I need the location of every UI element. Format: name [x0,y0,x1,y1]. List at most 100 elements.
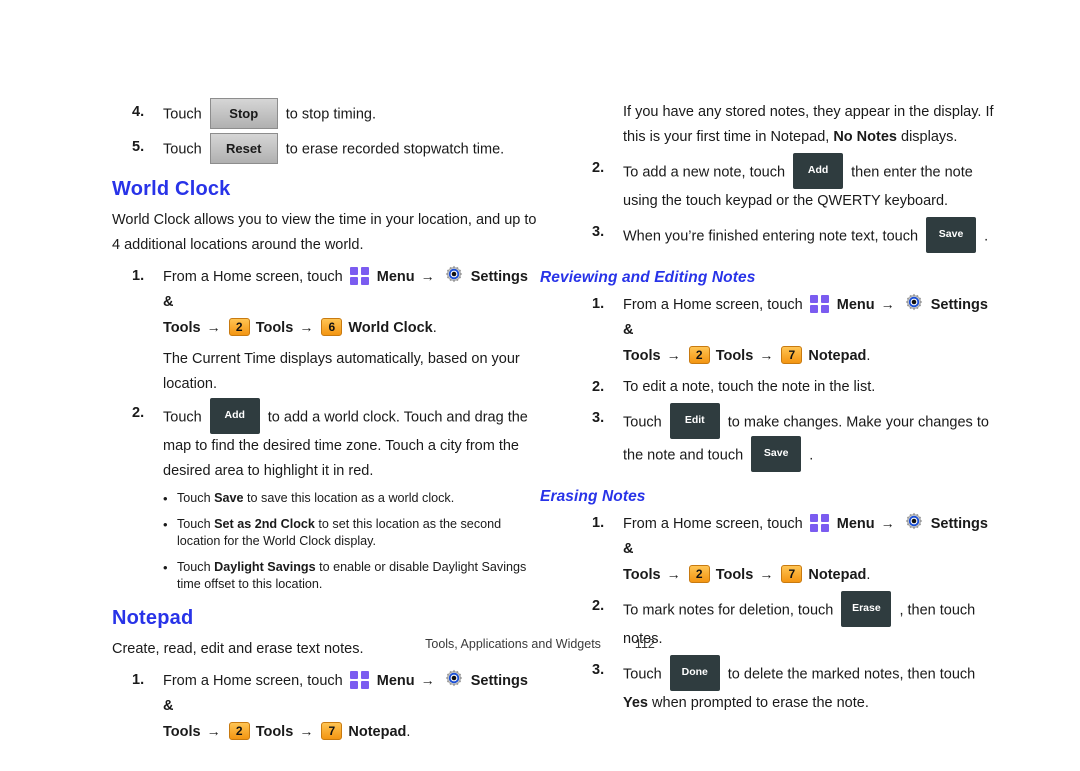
menu-label: Menu [836,297,875,314]
badge-number-7: 7 [321,722,343,741]
badge-number-2: 2 [688,565,710,584]
final-menu-label: Notepad [808,567,867,584]
step-text-after: . [984,228,989,245]
arrow-icon: → [420,268,435,284]
notes-intro-part2: displays. [896,129,958,145]
step-add-world-clock: 2. Touch Add to add a world clock. Touch… [120,398,540,484]
step-number: 2. [592,379,605,396]
step-number: 1. [132,268,145,284]
arrow-icon: → [759,566,774,583]
bullet-icon: • [163,517,168,532]
step-text-after: to stop timing. [285,106,377,123]
settings-gear-icon [904,512,924,532]
bullet-text-after: to save this location as a world clock. [243,491,455,505]
save-button[interactable]: Save [926,217,977,253]
step-text-after: . [809,447,814,464]
list-item: • Touch Daylight Savings to enable or dis… [163,559,540,593]
tools-label: Tools [623,348,661,365]
arrow-icon: → [420,672,435,688]
heading-world-clock: World Clock [112,178,231,200]
step-text: To edit a note, touch the note in the li… [623,379,876,396]
left-column: 4. Touch Stop to stop timing. 5. Touch R… [112,98,540,751]
step-text-before: Touch [163,106,202,123]
reset-button[interactable]: Reset [209,133,278,164]
step-number: 1. [592,515,605,532]
menu-grid-icon [809,513,829,532]
bullet-bold: Save [214,491,244,505]
tools-label: Tools [163,320,201,336]
bullet-text-before: Touch [177,517,215,531]
arrow-icon: → [299,319,314,335]
heading-erasing-notes: Erasing Notes [540,488,646,506]
step-text-middle: to delete the marked notes, then touch [727,666,976,683]
step-number: 4. [132,104,145,120]
step-text-before: Touch [163,409,202,426]
step-text-before: When you’re finished entering note text,… [623,228,919,245]
period: . [866,567,871,584]
bullet-icon: • [163,491,168,506]
badge-number-6: 6 [321,318,343,337]
tools-label: Tools [163,724,201,740]
arrow-icon: → [880,296,895,313]
step-number: 2. [592,598,605,615]
step-number: 3. [592,410,605,427]
menu-grid-icon [809,294,829,313]
list-item: • Touch Save to save this location as a w… [163,490,540,507]
step-edit-note-select: 2. To edit a note, touch the note in the… [580,375,1000,400]
tools-label-2: Tools [715,567,754,584]
add-button[interactable]: Add [793,153,844,189]
heading-notepad: Notepad [112,607,194,629]
bullet-icon: • [163,560,168,575]
step-number: 5. [132,139,145,155]
step-lead-text: From a Home screen, touch [623,297,803,314]
edit-button[interactable]: Edit [669,403,720,440]
step-notepad-nav: 1. From a Home screen, touch Menu → Sett… [120,668,540,745]
done-button[interactable]: Done [669,655,720,692]
arrow-icon: → [206,723,221,739]
menu-label: Menu [376,269,415,285]
erase-button[interactable]: Erase [841,591,892,628]
arrow-icon: → [299,723,314,739]
step-number: 3. [592,224,605,240]
badge-number-7: 7 [781,565,803,584]
menu-grid-icon [349,670,369,689]
step-text-before: Touch [623,666,662,683]
list-item: • Touch Set as 2nd Clock to set this loca… [163,516,540,550]
arrow-icon: → [759,347,774,364]
step-world-clock-nav: 1. From a Home screen, touch Menu → Sett… [120,264,540,341]
settings-gear-icon [904,293,924,313]
notes-intro-paragraph: If you have any stored notes, they appea… [580,100,1000,150]
heading-reviewing-editing-notes: Reviewing and Editing Notes [540,269,756,286]
badge-number-2: 2 [688,346,710,365]
tools-label-2: Tools [715,348,754,365]
step-number: 3. [592,662,605,679]
footer-page-number: 112 [634,637,655,651]
world-clock-intro: World Clock allows you to view the time … [112,212,537,253]
step-text-before: Touch [163,141,202,158]
right-column: If you have any stored notes, they appea… [540,100,1000,722]
add-button[interactable]: Add [209,398,260,434]
final-menu-label: World Clock [348,320,433,336]
footer-section-title: Tools, Applications and Widgets [425,637,601,651]
bullet-text-before: Touch [177,560,215,574]
step-lead-text: From a Home screen, touch [163,673,343,689]
step-number: 1. [592,296,605,313]
step-text-before: To mark notes for deletion, touch [623,602,834,619]
step-number: 2. [592,160,605,176]
step-save-note: 3. When you’re finished entering note te… [580,217,1000,253]
final-menu-label: Notepad [348,724,407,740]
step-erasing-nav: 1. From a Home screen, touch Menu → Sett… [580,511,1000,588]
menu-label: Menu [836,516,875,533]
step-lead-text: From a Home screen, touch [623,516,803,533]
bullet-bold: Daylight Savings [214,560,316,574]
arrow-icon: → [206,319,221,335]
step-edit-note: 3. Touch Edit to make changes. Make your… [580,403,1000,473]
step-delete-notes: 3. Touch Done to delete the marked notes… [580,655,1000,716]
tools-label: Tools [623,567,661,584]
stop-button[interactable]: Stop [209,98,278,129]
step-lead-text: From a Home screen, touch [163,269,343,285]
world-clock-step1-sub: The Current Time displays automatically,… [163,351,520,392]
step-text-bold: Yes [623,695,648,712]
save-button[interactable]: Save [751,436,802,473]
period: . [432,320,437,336]
